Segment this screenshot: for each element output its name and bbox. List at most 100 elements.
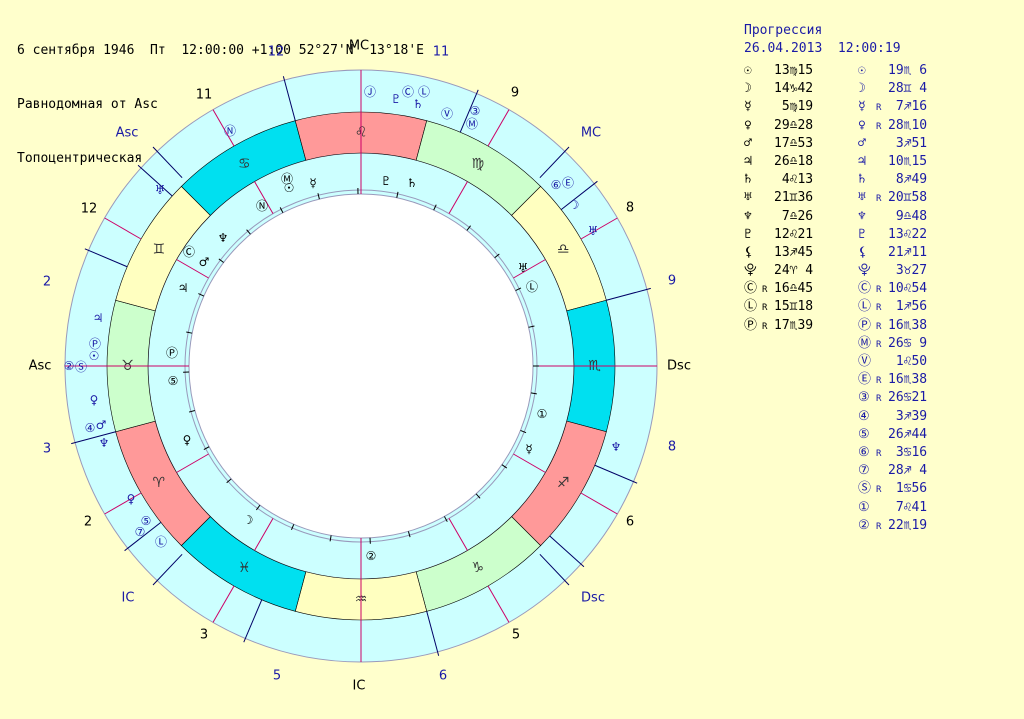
planet-glyph-icon: ☿ [858,99,866,115]
position-row: ♅ R 20♊58 [858,189,927,207]
position-value: 4♌13 [774,172,814,188]
progressed-planet-icon: ☽ [569,198,580,212]
natal-planet-icon: ② [366,549,377,563]
position-row: Ⓥ 1♌50 [858,353,927,371]
planet-glyph-icon: ⑦ [858,463,870,479]
zodiac-sign-icon: ♈ [153,475,166,491]
house-number-label: 2 [43,275,51,290]
position-value: 16♏38 [888,317,928,333]
planet-glyph-icon: ♀ [744,117,752,133]
planet-glyph-icon: ② [858,517,870,533]
natal-planet-icon: ♇ [381,174,392,188]
planet-glyph-icon: ♄ [744,172,752,188]
planet-glyph-icon: ⚸ [858,244,868,260]
zodiac-sign-icon: ♋ [238,156,251,172]
planet-glyph-icon: Ⓒ [744,281,758,297]
progression-title: Прогрессия [744,23,823,38]
planet-glyph-icon: ♃ [858,153,866,169]
position-row: ♄ 8♐49 [858,171,927,189]
position-value: 21♐11 [888,244,928,260]
retrograde-flag: R [876,121,882,132]
house-number-label: 12 [81,202,98,217]
house-number-label: 2 [84,515,92,530]
progressed-ic-label: IC [122,591,135,606]
planet-glyph-icon: ☽ [744,81,752,97]
position-row: ♃ 26♎18 [744,153,813,171]
house-number-label: 5 [273,669,281,684]
retrograde-flag: R [762,303,768,314]
position-row: ☽ 28♊ 4 [858,80,927,98]
progressed-planet-icon: Ⓥ [441,107,453,121]
progressed-planet-icon: Ⓙ [364,85,376,99]
progressed-planet-icon: ♆ [99,436,110,450]
house-number-label: 12 [268,45,285,60]
position-row: Ⓢ R 1♋56 [858,480,927,498]
position-value: 3♐39 [888,408,928,424]
planet-glyph-icon: ♇ [858,226,866,242]
inner-circle [188,193,534,539]
progressed-planet-icon: Ⓢ [75,360,87,374]
natal-planet-icon: ☽ [243,513,254,527]
position-value: 20♊58 [888,190,928,206]
position-value: 15♊18 [774,299,814,315]
mc-label: MC [349,39,369,54]
position-row: ♃ 10♏15 [858,153,927,171]
planet-glyph-icon: ① [858,499,870,515]
progressed-planet-icon: ♄ [413,97,424,111]
position-value: 26♋ 9 [888,335,928,351]
position-row: ☽ 14♑42 [744,80,813,98]
position-value: 29♎28 [774,117,814,133]
progressed-planet-icon: ♀ [127,492,136,506]
position-row: ⑦ 28♐ 4 [858,462,927,480]
position-row: Ⓜ R 26♋ 9 [858,335,927,353]
natal-planet-icon: ⑤ [168,374,179,388]
retrograde-flag: R [876,521,882,532]
position-value: 9♎48 [888,208,928,224]
position-row: ♄ 4♌13 [744,171,813,189]
position-value: 22♏19 [888,517,928,533]
position-row: ⯓ 24♈ 4 [744,262,813,280]
planet-glyph-icon: ♅ [858,190,866,206]
natal-planet-icon: ♀ [183,433,192,447]
zodiac-sign-icon: ♐ [557,475,570,491]
ic-label: IC [353,679,366,694]
zodiac-sign-icon: ♍ [471,156,484,172]
progressed-planet-icon: Ⓛ [155,535,167,549]
natal-planet-icon: ♄ [407,176,418,190]
retrograde-flag: R [876,103,882,114]
position-value: 26♋21 [888,390,928,406]
house-number-label: 3 [200,628,208,643]
planet-glyph-icon: ♃ [744,153,752,169]
house-number-label: 9 [511,86,519,101]
position-value: 12♌21 [774,226,814,242]
position-row: ⚸ 13♐45 [744,244,813,262]
natal-planet-icon: ♃ [178,281,189,295]
house-number-label: 11 [433,45,450,60]
planet-glyph-icon: ⑤ [858,426,870,442]
position-value: 5♍19 [774,99,814,115]
planet-glyph-icon: ♆ [858,208,866,224]
planet-glyph-icon: ⑥ [858,444,870,460]
position-row: Ⓒ R 10♌54 [858,280,927,298]
progressed-planet-icon: Ⓔ [562,176,574,190]
position-row: ④ 3♐39 [858,408,927,426]
position-value: 13♐45 [774,244,814,260]
planet-glyph-icon: ♆ [744,208,752,224]
house-number-label: 3 [43,442,51,457]
position-value: 1♐56 [888,299,928,315]
position-value: 13♌22 [888,226,928,242]
house-number-label: 8 [668,440,676,455]
position-row: ☿ 5♍19 [744,98,813,116]
house-number-label: 9 [668,274,676,289]
position-row: ♀ R 28♏10 [858,117,927,135]
house-number-label: 8 [626,201,634,216]
position-value: 8♐49 [888,172,928,188]
planet-glyph-icon: Ⓛ [858,299,872,315]
progressed-planet-icon: ♃ [93,311,104,325]
position-value: 13♍15 [774,63,814,78]
planet-glyph-icon: ♅ [744,190,752,206]
planet-glyph-icon: Ⓥ [858,354,872,369]
planet-glyph-icon: Ⓟ [744,317,758,333]
position-value: 1♋56 [888,481,928,497]
planet-glyph-icon: Ⓜ [858,335,872,351]
